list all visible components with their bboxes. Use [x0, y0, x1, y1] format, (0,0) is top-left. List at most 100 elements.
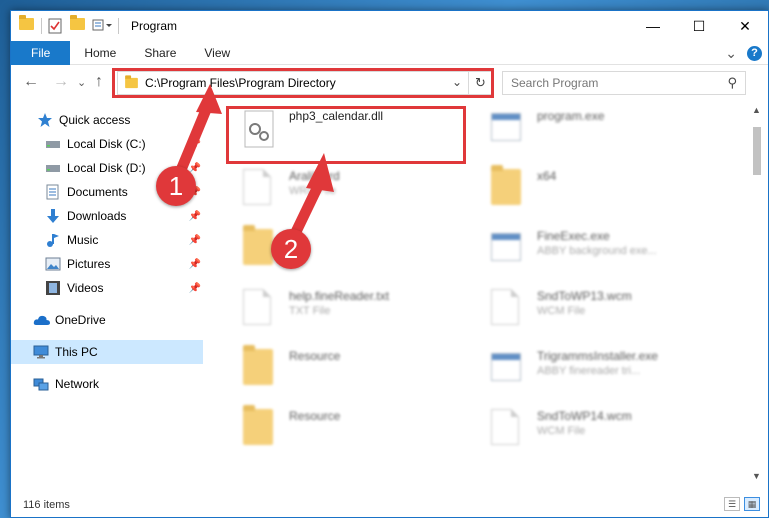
sidebar-item-label: Downloads	[67, 209, 127, 223]
sidebar-item-onedrive[interactable]: OneDrive	[11, 308, 203, 332]
star-icon	[37, 112, 53, 128]
document-icon	[491, 409, 523, 449]
sidebar-item-label: Local Disk (C:)	[67, 137, 146, 151]
pin-icon[interactable]: 📌	[189, 283, 201, 294]
download-icon	[45, 208, 61, 224]
search-icon[interactable]: ⚲	[727, 75, 737, 91]
tab-file[interactable]: File	[11, 40, 71, 65]
cloud-icon	[33, 312, 50, 328]
close-button[interactable]: ✕	[722, 11, 768, 41]
expand-ribbon-icon[interactable]: ⌄	[725, 45, 737, 62]
navigation-pane: Quick access Local Disk (C:) 📌 Local Dis…	[11, 103, 207, 483]
file-type: ABBY finereader tri...	[537, 365, 641, 377]
pin-icon[interactable]: 📌	[189, 139, 201, 150]
sidebar-item-this-pc[interactable]: This PC	[11, 340, 203, 364]
computer-icon	[33, 344, 49, 360]
pin-icon[interactable]: 📌	[189, 211, 201, 222]
pin-icon[interactable]: 📌	[189, 235, 201, 246]
folder-icon	[491, 165, 523, 209]
tab-view[interactable]: View	[190, 41, 244, 65]
file-type: TXT File	[289, 305, 331, 317]
sidebar-item-label: Documents	[67, 185, 128, 199]
file-item-program-exe[interactable]: program.exe	[479, 103, 719, 155]
scroll-thumb[interactable]	[753, 127, 761, 175]
file-item-resource-folder[interactable]: Resource	[231, 343, 471, 395]
file-type: WRD File	[289, 185, 337, 197]
pictures-icon	[45, 256, 61, 272]
window-title: Program	[131, 19, 178, 33]
tab-share[interactable]: Share	[130, 41, 190, 65]
sidebar-item-downloads[interactable]: Downloads 📌	[11, 204, 203, 228]
sidebar-item-label: Music	[67, 233, 99, 247]
minimize-button[interactable]: —	[630, 11, 676, 41]
details-view-icon[interactable]: ☰	[724, 497, 740, 511]
videos-icon	[45, 280, 61, 296]
status-bar: 116 items ☰ ▦	[11, 493, 768, 517]
sidebar-item-local-disk-c[interactable]: Local Disk (C:) 📌	[11, 132, 203, 156]
folder-icon	[243, 405, 275, 449]
file-name: TrigrammsInstaller.exe	[537, 349, 658, 363]
document-icon	[491, 289, 523, 329]
file-item-x64-folder[interactable]: x64	[479, 163, 719, 215]
search-box[interactable]: ⚲	[502, 71, 746, 95]
sidebar-item-music[interactable]: Music 📌	[11, 228, 203, 252]
file-highlight-box	[226, 106, 466, 164]
file-type: WCM File	[537, 425, 586, 437]
sidebar-item-label: Videos	[67, 281, 104, 295]
file-item-sndtowp13-wcm[interactable]: SndToWP13.wcm WCM File	[479, 283, 719, 335]
file-name: SndToWP14.wcm	[537, 409, 632, 423]
file-item-wrd-file[interactable]: Aralik...rd WRD File	[231, 163, 471, 215]
new-folder-icon[interactable]	[70, 15, 86, 34]
properties-icon[interactable]	[48, 18, 64, 34]
sidebar-item-label: Pictures	[67, 257, 111, 271]
search-input[interactable]	[511, 76, 711, 90]
file-name: help.fineReader.txt	[289, 289, 390, 303]
maximize-button[interactable]: ☐	[676, 11, 722, 41]
folder-icon	[19, 15, 35, 34]
exe-icon	[491, 349, 523, 389]
ribbon-tabs: File Home Share View ⌄ ?	[11, 40, 768, 65]
folder-icon	[243, 345, 275, 389]
file-item-sndtowp14-wcm[interactable]: SndToWP14.wcm WCM File	[479, 403, 719, 455]
up-button[interactable]: ↑	[95, 73, 103, 91]
sidebar-item-videos[interactable]: Videos 📌	[11, 276, 203, 300]
sidebar-item-network[interactable]: Network	[11, 372, 203, 396]
scroll-down-arrow-icon[interactable]: ▼	[752, 471, 761, 481]
tab-home[interactable]: Home	[70, 41, 130, 65]
file-item-fineexec-exe[interactable]: FineExec.exe ABBY background exe...	[479, 223, 719, 275]
file-item-folder[interactable]	[231, 223, 471, 275]
file-item-resource-folder-2[interactable]: Resource	[231, 403, 471, 455]
file-type: WCM File	[537, 305, 586, 317]
title-bar: Program — ☐ ✕	[11, 11, 768, 41]
sidebar-item-quick-access[interactable]: Quick access	[11, 108, 203, 132]
file-name: x64	[537, 169, 557, 183]
file-name: program.exe	[537, 109, 605, 123]
file-name: Aralik...rd	[289, 169, 340, 183]
file-name: Resource	[289, 349, 341, 363]
file-name: Resource	[289, 409, 341, 423]
sidebar-item-pictures[interactable]: Pictures 📌	[11, 252, 203, 276]
vertical-scrollbar[interactable]: ▲ ▼	[750, 103, 764, 483]
sidebar-item-label: Network	[55, 377, 100, 391]
file-name: SndToWP13.wcm	[537, 289, 632, 303]
scroll-up-arrow-icon[interactable]: ▲	[752, 105, 761, 115]
address-highlight-box	[112, 68, 494, 98]
document-icon	[243, 289, 275, 329]
exe-icon	[491, 229, 523, 269]
customize-toolbar-icon[interactable]	[92, 18, 112, 34]
drive-icon	[45, 136, 61, 152]
step-2-badge: 2	[271, 229, 311, 269]
pin-icon[interactable]: 📌	[189, 259, 201, 270]
large-icons-view-icon[interactable]: ▦	[744, 497, 760, 511]
help-button[interactable]: ?	[747, 46, 762, 61]
file-name: FineExec.exe	[537, 229, 610, 243]
file-item-trigrammsinstaller-exe[interactable]: TrigrammsInstaller.exe ABBY finereader t…	[479, 343, 719, 395]
music-icon	[45, 232, 61, 248]
exe-icon	[491, 109, 523, 149]
documents-icon	[45, 184, 61, 200]
back-button[interactable]: ←	[23, 73, 39, 91]
recent-locations-button[interactable]: ⌄	[77, 76, 86, 89]
forward-button[interactable]: →	[53, 73, 69, 91]
drive-icon	[45, 160, 61, 176]
file-item-help-finereader-txt[interactable]: help.fineReader.txt TXT File	[231, 283, 471, 335]
